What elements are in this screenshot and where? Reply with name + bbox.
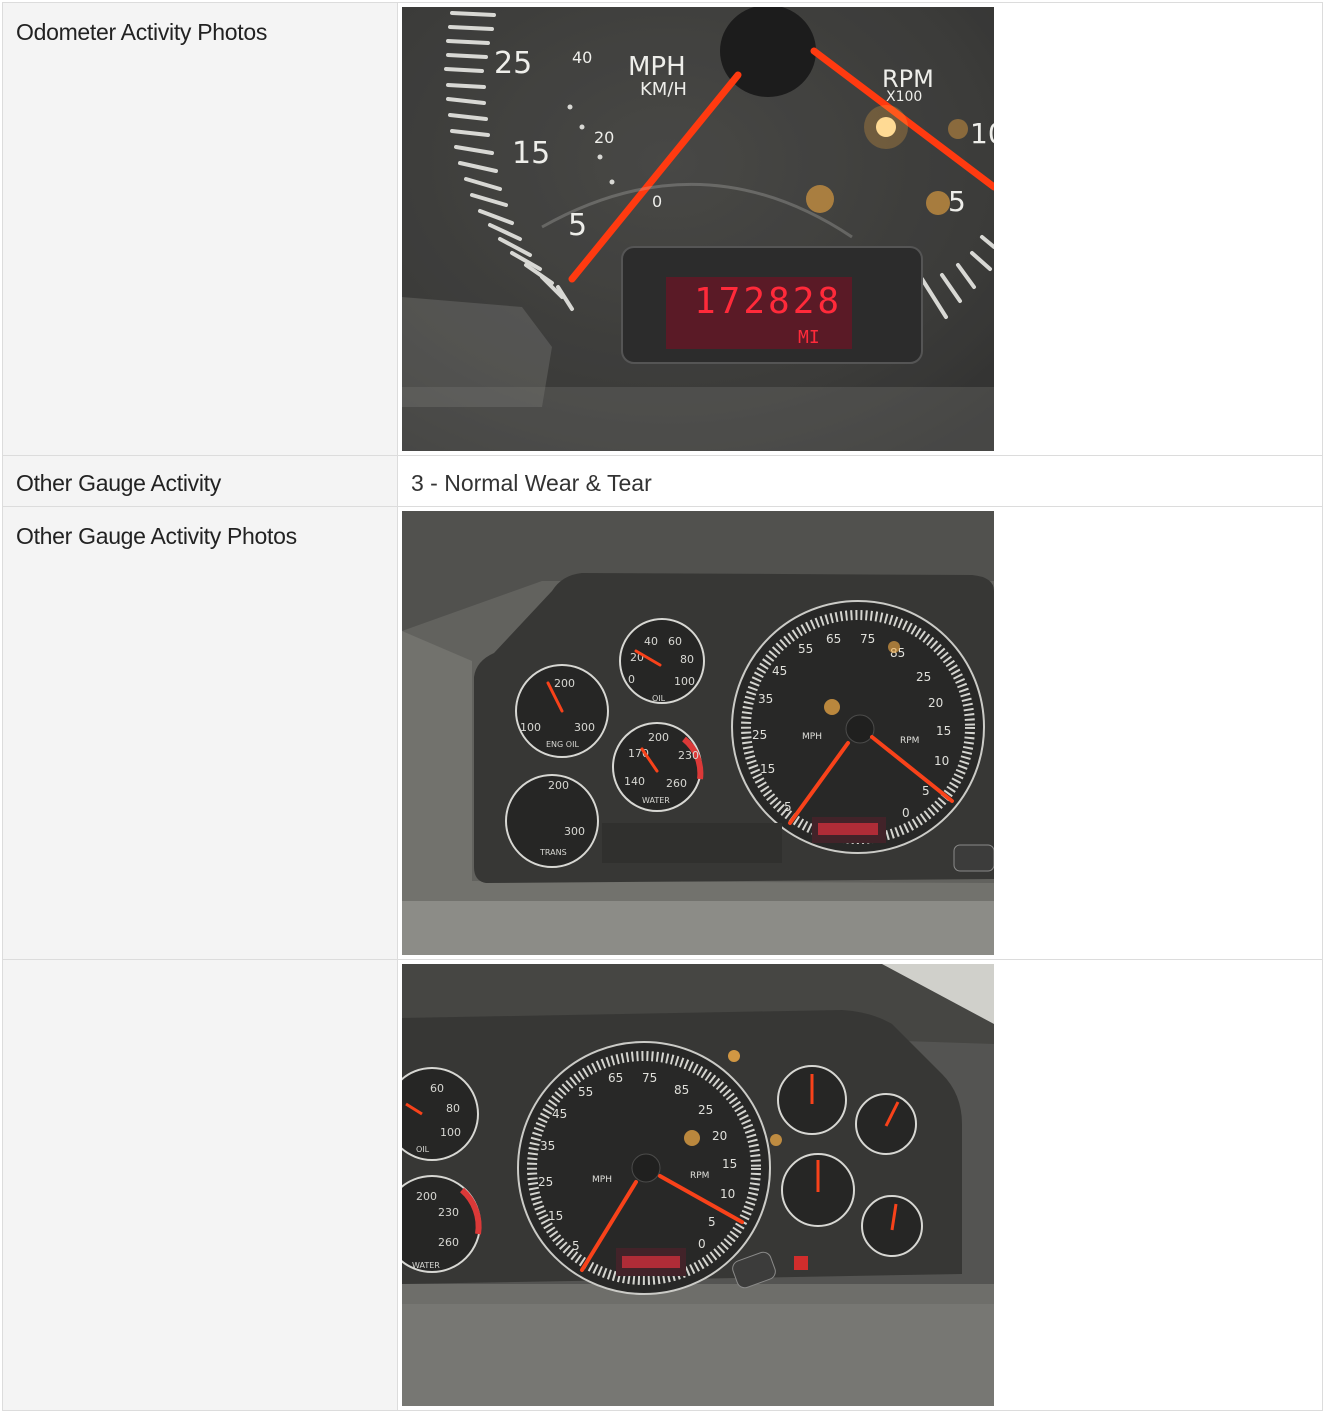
kmh-tick-40: 40 (572, 48, 592, 67)
speed-tick-25: 25 (494, 46, 532, 81)
instrument-cluster-photo[interactable]: 40 60 80 100 20 0 OIL 200 100 300 ENG OI… (402, 511, 994, 955)
row-label: Odometer Activity Photos (3, 3, 398, 455)
table-row: 60 80 100 OIL 200 230 260 WATER 5 15 25 (3, 960, 1323, 1411)
kmh-tick-20: 20 (594, 128, 614, 147)
kmh-label: KM/H (640, 79, 687, 100)
inspection-table: Odometer Activity Photos 25 15 5 40 20 0… (2, 2, 1323, 1411)
row-value: 60 80 100 OIL 200 230 260 WATER 5 15 25 (398, 960, 1323, 1410)
row-value: 25 15 5 40 20 0 MPH KM/H RPM X100 10 5 0 (398, 3, 1323, 455)
row-label (3, 960, 398, 1410)
row-label: Other Gauge Activity (3, 456, 398, 506)
row-value: 3 - Normal Wear & Tear (398, 456, 1323, 506)
rpm-scale-label: X100 (886, 89, 922, 105)
rpm-tick-5: 5 (948, 185, 966, 218)
row-label: Other Gauge Activity Photos (3, 507, 398, 959)
table-row: Odometer Activity Photos 25 15 5 40 20 0… (3, 3, 1323, 456)
odometer-photo[interactable]: 25 15 5 40 20 0 MPH KM/H RPM X100 10 5 0 (402, 7, 994, 451)
rpm-tick-10: 10 (970, 117, 994, 150)
odometer-unit: MI (798, 327, 820, 348)
mph-label: MPH (628, 52, 686, 82)
table-row: Other Gauge Activity Photos 40 60 80 100… (3, 507, 1323, 960)
row-value: 40 60 80 100 20 0 OIL 200 100 300 ENG OI… (398, 507, 1323, 959)
speed-tick-15: 15 (512, 136, 550, 171)
kmh-tick-0: 0 (652, 192, 662, 211)
table-row: Other Gauge Activity 3 - Normal Wear & T… (3, 456, 1323, 507)
instrument-cluster-photo-2[interactable]: 60 80 100 OIL 200 230 260 WATER 5 15 25 (402, 964, 994, 1406)
odometer-reading: 172828 (694, 281, 842, 322)
